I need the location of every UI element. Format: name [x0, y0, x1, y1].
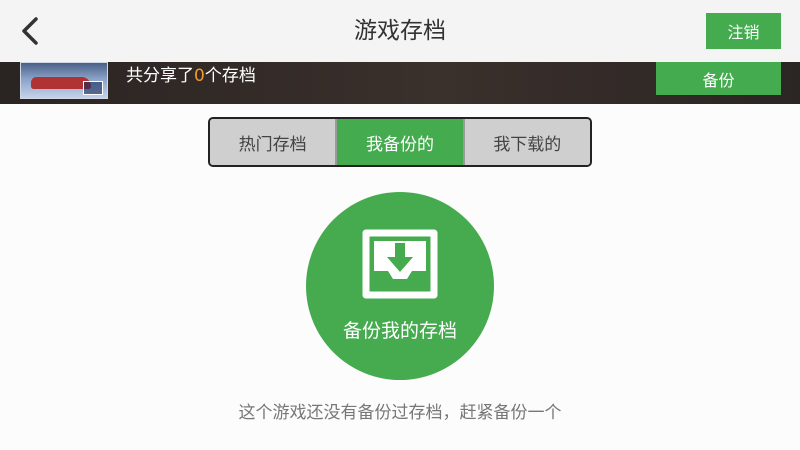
- download-tray-icon: [362, 229, 438, 299]
- share-count: 0: [194, 66, 205, 86]
- backup-button[interactable]: 备份: [656, 62, 781, 95]
- backup-my-saves-label: 备份我的存档: [342, 320, 457, 342]
- game-thumbnail: [20, 62, 108, 99]
- share-suffix: 个存档: [204, 66, 256, 86]
- tab-my-downloads[interactable]: 我下载的: [462, 119, 590, 165]
- game-banner: 共分享了0个存档 备份: [0, 62, 800, 104]
- backup-my-saves-button[interactable]: 备份我的存档: [306, 192, 494, 380]
- share-prefix: 共分享了: [126, 66, 194, 86]
- tab-hot-saves[interactable]: 热门存档: [210, 119, 336, 165]
- logout-button[interactable]: 注销: [706, 13, 781, 49]
- empty-state-hint: 这个游戏还没有备份过存档，赶紧备份一个: [238, 403, 562, 423]
- top-bar: 游戏存档 注销: [0, 0, 800, 62]
- page-title: 游戏存档: [354, 18, 446, 44]
- share-count-text: 共分享了0个存档: [126, 62, 256, 90]
- tab-my-backups[interactable]: 我备份的: [335, 119, 463, 165]
- save-tabs: 热门存档 我备份的 我下载的: [208, 117, 592, 167]
